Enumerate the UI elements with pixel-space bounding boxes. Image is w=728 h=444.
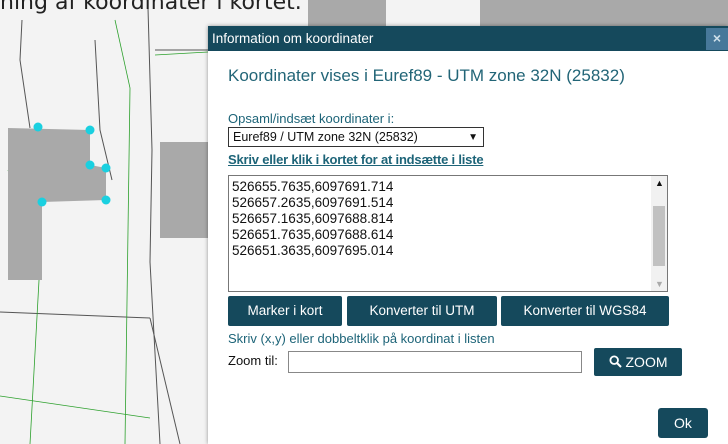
vertex-marker[interactable]: [101, 163, 111, 173]
building[interactable]: [160, 142, 208, 238]
vertex-marker[interactable]: [85, 160, 95, 170]
mark-in-map-button[interactable]: Marker i kort: [228, 296, 342, 326]
convert-wgs84-button[interactable]: Konverter til WGS84: [501, 296, 669, 326]
coordinate-line: 526651.7635,6097688.614: [232, 227, 394, 242]
close-icon: ×: [712, 30, 722, 46]
coordinate-info-dialog: Information om koordinater × Koordinater…: [208, 26, 728, 444]
dialog-title: Information om koordinater: [212, 31, 374, 46]
crs-select-value: Euref89 / UTM zone 32N (25832): [233, 130, 418, 144]
parcel-line: [94, 39, 113, 181]
crs-select[interactable]: Euref89 / UTM zone 32N (25832) ▼: [228, 127, 484, 147]
scroll-down-icon[interactable]: ▼: [655, 279, 664, 289]
scroll-up-icon[interactable]: ▲: [655, 178, 664, 188]
scrollbar-thumb[interactable]: [653, 206, 665, 266]
parcel-line: [147, 7, 161, 444]
write-label: Skriv eller klik i kortet for at indsætt…: [228, 152, 484, 167]
parcel-line: [149, 317, 181, 444]
zoom-button-label: ZOOM: [625, 354, 668, 370]
coordinate-list-textarea[interactable]: 526655.7635,6097691.714 526657.2635,6097…: [228, 175, 668, 292]
convert-utm-button[interactable]: Konverter til UTM: [347, 296, 497, 326]
dropdown-arrow-icon: ▼: [468, 132, 478, 143]
vertex-marker[interactable]: [85, 125, 95, 135]
input-hint: Skriv (x,y) eller dobbeltklik på koordin…: [228, 331, 495, 346]
map-caption: ning af koordinater i kortet.: [0, 0, 302, 15]
zoom-label: Zoom til:: [228, 353, 278, 368]
crs-heading: Koordinater vises i Euref89 - UTM zone 3…: [228, 66, 625, 85]
ok-button[interactable]: Ok: [658, 408, 708, 438]
parcel-line: [0, 311, 151, 319]
vertex-marker[interactable]: [101, 195, 111, 205]
building[interactable]: [308, 0, 386, 26]
dialog-titlebar[interactable]: Information om koordinater ×: [208, 26, 728, 51]
zoom-input[interactable]: [288, 351, 582, 373]
coordinate-line: 526651.3635,6097695.014: [232, 243, 394, 258]
coordinate-line: 526657.1635,6097688.814: [232, 211, 394, 226]
coordinate-lines: 526655.7635,6097691.714 526657.2635,6097…: [232, 179, 393, 259]
textarea-scrollbar[interactable]: ▲ ▼: [651, 176, 667, 291]
vertex-marker[interactable]: [33, 122, 43, 132]
building[interactable]: [480, 0, 728, 26]
coordinate-line: 526655.7635,6097691.714: [232, 179, 394, 194]
search-icon: [608, 355, 622, 368]
parcel-line: [19, 19, 31, 129]
collect-label: Opsaml/indsæt koordinater i:: [228, 111, 395, 126]
boundary-line: [0, 395, 151, 419]
boundary-line: [114, 19, 131, 444]
boundary-line: [154, 51, 209, 56]
vertex-marker[interactable]: [37, 197, 47, 207]
zoom-button[interactable]: ZOOM: [594, 348, 682, 376]
building-selected[interactable]: [8, 128, 106, 280]
coordinate-line: 526657.2635,6097691.514: [232, 195, 394, 210]
close-button[interactable]: ×: [706, 28, 728, 50]
